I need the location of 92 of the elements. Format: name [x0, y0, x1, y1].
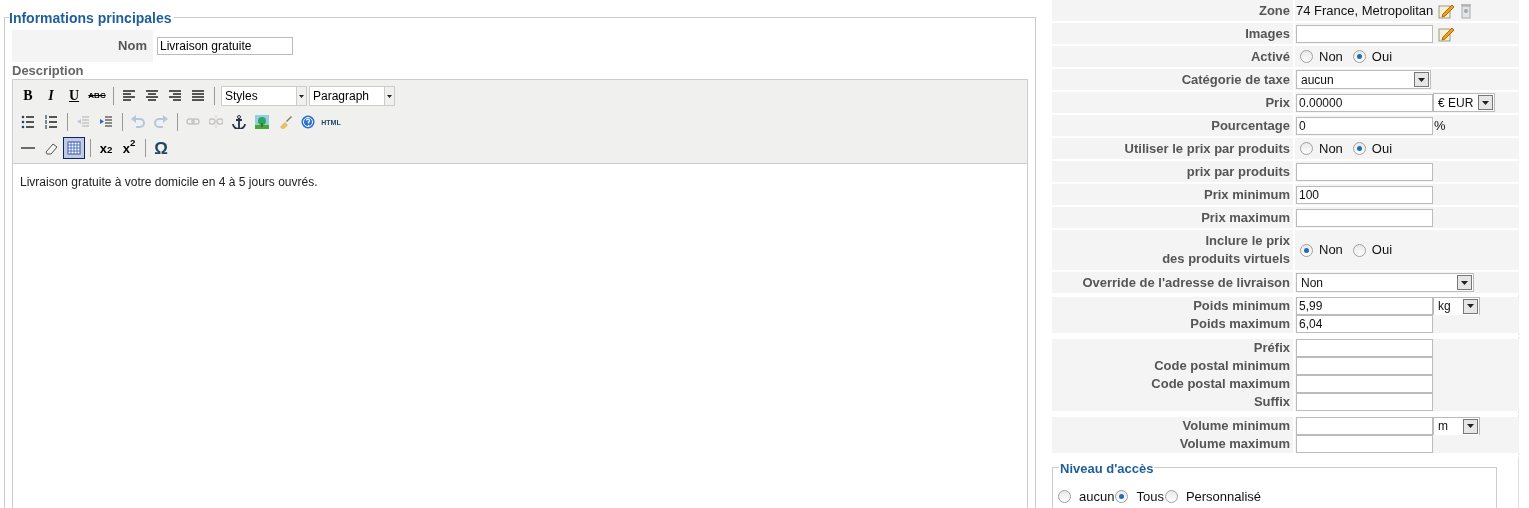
tax-dropdown[interactable]: aucun: [1296, 70, 1431, 89]
unit-dropdown[interactable]: kg: [1433, 296, 1480, 316]
toolbar-button[interactable]: [63, 137, 85, 159]
radio-label: Oui: [1371, 241, 1393, 260]
text-field[interactable]: 0: [1296, 116, 1433, 135]
bullet-list-icon: [21, 115, 35, 129]
radio-button[interactable]: [1300, 50, 1313, 63]
field-label: Description: [12, 63, 85, 79]
text-field[interactable]: [1296, 375, 1433, 393]
toolbar-button[interactable]: Ω: [150, 137, 172, 159]
edit-icon[interactable]: [1438, 2, 1455, 19]
trash-icon[interactable]: [1460, 2, 1473, 19]
text-field[interactable]: [1296, 357, 1433, 375]
text-field[interactable]: [1296, 435, 1433, 453]
eraser-icon: [44, 141, 58, 155]
field-label: Pourcentage: [1211, 116, 1290, 135]
field-label: Prix minimum: [1204, 185, 1290, 204]
radio-label: Personnalisé: [1185, 488, 1262, 506]
numbered-list-icon: [44, 115, 58, 129]
field-label: Images: [1245, 24, 1290, 43]
align-justify-icon: [191, 89, 205, 103]
field-label: Zone: [1258, 1, 1290, 20]
radio-label: Tous: [1136, 488, 1164, 506]
text-field[interactable]: 5,99: [1296, 297, 1433, 315]
radio-button[interactable]: [1300, 243, 1313, 257]
toolbar-button[interactable]: x$^{2}$: [118, 137, 140, 159]
text-field[interactable]: 0.00000: [1296, 93, 1433, 112]
unit-label: %: [1434, 116, 1446, 135]
text-field[interactable]: [1296, 417, 1433, 435]
field-label: Code postal minimum: [1154, 357, 1290, 375]
align-left-icon: [122, 89, 136, 103]
align-center-icon: [145, 89, 159, 103]
text-field[interactable]: [1296, 24, 1433, 43]
field-label: Activé: [1250, 47, 1290, 66]
align-right-icon: [168, 89, 182, 103]
field-label: Code postal maximum: [1151, 375, 1290, 393]
editor-text: Livraison gratuite à votre domicile en 4 à 5 jours ouvrés.: [20, 174, 319, 191]
image-icon: [255, 115, 269, 129]
text-field[interactable]: [1296, 393, 1433, 411]
text-field[interactable]: 100: [1296, 185, 1433, 204]
radio-label: Oui: [1371, 47, 1393, 66]
name-field[interactable]: Livraison gratuite: [157, 37, 293, 55]
field-label: Préfix: [1253, 339, 1290, 357]
field-label: Prix maximum: [1201, 208, 1290, 227]
outdent-icon: [76, 115, 90, 129]
address-dropdown[interactable]: Non: [1296, 273, 1474, 292]
brush-icon: [278, 115, 292, 129]
text-field[interactable]: [1296, 162, 1433, 181]
toolbar-button[interactable]: I: [40, 85, 62, 107]
field-label: Override de l'adresse de livraison: [1082, 273, 1290, 292]
radio-button[interactable]: [1115, 490, 1129, 504]
unlink-icon: [209, 115, 223, 129]
radio-button[interactable]: [1352, 243, 1366, 257]
anchor-icon: [232, 115, 246, 129]
radio-button[interactable]: [1352, 50, 1366, 63]
radio-button[interactable]: [1352, 142, 1366, 155]
radio-label: Oui: [1371, 139, 1393, 158]
unit-dropdown[interactable]: m: [1433, 416, 1480, 436]
radio-label: aucun: [1079, 488, 1115, 506]
radio-button[interactable]: [1300, 142, 1313, 155]
format-dropdown[interactable]: Styles: [221, 86, 307, 106]
field-label: Catégorie de taxe: [1181, 70, 1290, 89]
table-icon: [67, 141, 81, 155]
toolbar-button[interactable]: B: [17, 85, 39, 107]
zone-value: 74 France, Metropolitan: [1296, 1, 1434, 20]
toolbar-button[interactable]: ABC: [86, 85, 108, 107]
field-label: prix par produits: [1186, 162, 1290, 181]
indent-icon: [99, 115, 113, 129]
text-field[interactable]: 6,04: [1296, 315, 1433, 333]
radio-label: Non: [1319, 47, 1343, 66]
unit-dropdown[interactable]: € EUR: [1433, 93, 1495, 112]
field-label: Nom: [12, 30, 153, 62]
field-label: Poids maximum: [1190, 315, 1290, 333]
toolbar-button[interactable]: U: [63, 85, 85, 107]
radio-label: Non: [1319, 241, 1343, 260]
field-label: Inclure le prix des produits virtuels: [1162, 232, 1290, 268]
field-label: Utiliser le prix par produits: [1124, 139, 1290, 158]
text-field[interactable]: [1296, 339, 1433, 357]
field-label: Prix: [1265, 93, 1290, 112]
field-label: Volume minimum: [1182, 417, 1290, 435]
help-icon: [301, 115, 315, 129]
text-field[interactable]: [1296, 208, 1433, 227]
redo-icon: [154, 115, 168, 129]
field-label: Suffix: [1253, 393, 1290, 411]
field-label: Poids minimum: [1193, 297, 1290, 315]
radio-button[interactable]: [1164, 490, 1178, 504]
radio-button[interactable]: [1058, 490, 1071, 504]
undo-icon: [131, 115, 145, 129]
edit-icon[interactable]: [1438, 25, 1454, 42]
field-label: Volume maximum: [1179, 435, 1290, 453]
format-dropdown[interactable]: Paragraph: [309, 86, 395, 106]
radio-label: Non: [1319, 139, 1343, 158]
